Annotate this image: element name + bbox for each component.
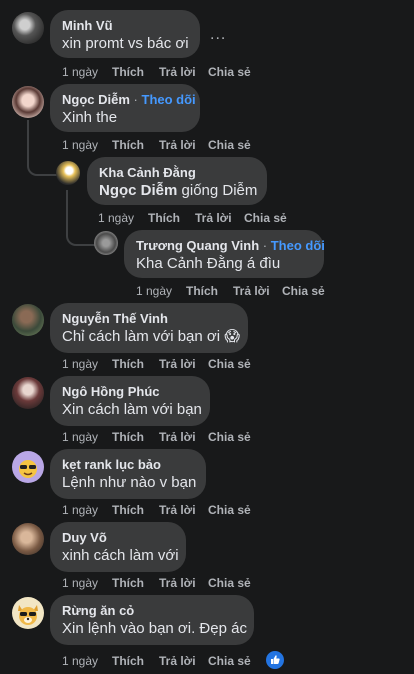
comment-text: xinh cách làm với <box>62 547 179 564</box>
comment-bubble: Nguyễn Thế Vinh Chỉ cách làm với bạn ơi … <box>50 303 248 353</box>
reply-button[interactable]: Trả lời <box>159 357 196 371</box>
sunglasses-emoji-icon <box>19 460 37 478</box>
comment-text: Ngọc Diễm giống Diễm <box>99 182 258 199</box>
commenter-name[interactable]: Minh Vũ <box>62 17 188 34</box>
share-button[interactable]: Chia sẻ <box>208 138 251 152</box>
reply-button[interactable]: Trả lời <box>159 65 196 79</box>
avatar[interactable] <box>94 231 118 255</box>
comment-bubble: Minh Vũ xin promt vs bác ơi <box>50 10 200 58</box>
comment-text: Chỉ cách làm với bạn ơi 😱 <box>62 328 240 345</box>
avatar[interactable] <box>12 597 44 629</box>
avatar[interactable] <box>56 161 80 185</box>
comment-time[interactable]: 1 ngày <box>62 138 98 152</box>
comment-bubble: Ngọc Diễm · Theo dõi Xinh the <box>50 84 200 132</box>
comment-time[interactable]: 1 ngày <box>62 654 98 668</box>
commenter-name[interactable]: Rừng ăn cỏ <box>62 602 242 619</box>
reply-button[interactable]: Trả lời <box>159 654 196 668</box>
comment-time[interactable]: 1 ngày <box>62 576 98 590</box>
follow-button[interactable]: Theo dõi <box>142 92 196 107</box>
comment-bubble: Duy Võ xinh cách làm với <box>50 522 186 572</box>
share-button[interactable]: Chia sẻ <box>208 65 251 79</box>
like-button[interactable]: Thích <box>112 430 144 444</box>
comment-text: Kha Cảnh Đằng á đìu <box>136 255 281 272</box>
like-button[interactable]: Thích <box>186 284 218 298</box>
share-button[interactable]: Chia sẻ <box>208 430 251 444</box>
like-button[interactable]: Thích <box>148 211 180 225</box>
comment-bubble: Ngô Hồng Phúc Xin cách làm với bạn <box>50 376 210 426</box>
commenter-name[interactable]: Kha Cảnh Đằng <box>99 164 255 181</box>
comment-text: Xinh the <box>62 109 118 126</box>
like-button[interactable]: Thích <box>112 357 144 371</box>
comment-time[interactable]: 1 ngày <box>136 284 172 298</box>
share-button[interactable]: Chia sẻ <box>208 503 251 517</box>
commenter-name[interactable]: Duy Võ <box>62 529 174 546</box>
comment-bubble: kẹt rank lục bảo Lệnh như nào v bạn <box>50 449 206 499</box>
avatar[interactable] <box>12 523 44 555</box>
commenter-name[interactable]: Trương Quang Vinh <box>136 238 259 253</box>
commenter-name[interactable]: Ngô Hồng Phúc <box>62 383 198 400</box>
reply-button[interactable]: Trả lời <box>159 503 196 517</box>
more-options-icon[interactable]: ... <box>210 26 226 44</box>
commenter-name[interactable]: Ngọc Diễm <box>62 92 130 107</box>
reply-button[interactable]: Trả lời <box>159 576 196 590</box>
thread-line <box>27 120 59 176</box>
follow-button[interactable]: Theo dõi <box>271 238 325 253</box>
comment-bubble: Rừng ăn cỏ Xin lệnh vào bạn ơi. Đẹp ác <box>50 595 254 645</box>
commenter-name[interactable]: Nguyễn Thế Vinh <box>62 310 236 327</box>
comment-time[interactable]: 1 ngày <box>98 211 134 225</box>
comment-text: Xin cách làm với bạn <box>62 401 202 418</box>
comment-time[interactable]: 1 ngày <box>62 357 98 371</box>
like-button[interactable]: Thích <box>112 138 144 152</box>
share-button[interactable]: Chia sẻ <box>244 211 287 225</box>
share-button[interactable]: Chia sẻ <box>208 357 251 371</box>
comment-time[interactable]: 1 ngày <box>62 65 98 79</box>
reply-button[interactable]: Trả lời <box>233 284 270 298</box>
share-button[interactable]: Chia sẻ <box>282 284 325 298</box>
avatar[interactable] <box>12 86 44 118</box>
reply-button[interactable]: Trả lời <box>159 430 196 444</box>
comment-time[interactable]: 1 ngày <box>62 503 98 517</box>
like-reaction-icon[interactable] <box>265 650 285 670</box>
shiba-sunglasses-icon <box>18 605 38 625</box>
comment-text: Xin lệnh vào bạn ơi. Đẹp ác <box>62 620 247 637</box>
avatar[interactable] <box>12 12 44 44</box>
mention-tag[interactable]: Ngọc Diễm <box>99 182 177 199</box>
avatar[interactable] <box>12 451 44 483</box>
commenter-name[interactable]: kẹt rank lục bảo <box>62 456 194 473</box>
comment-time[interactable]: 1 ngày <box>62 430 98 444</box>
share-button[interactable]: Chia sẻ <box>208 654 251 668</box>
reply-button[interactable]: Trả lời <box>195 211 232 225</box>
avatar[interactable] <box>12 377 44 409</box>
like-button[interactable]: Thích <box>112 503 144 517</box>
comment-text: xin promt vs bác ơi <box>62 35 189 52</box>
like-button[interactable]: Thích <box>112 65 144 79</box>
comment-bubble: Kha Cảnh Đằng Ngọc Diễm giống Diễm <box>87 157 267 205</box>
comment-bubble: Trương Quang Vinh · Theo dõi Kha Cảnh Đằ… <box>124 230 325 278</box>
like-button[interactable]: Thích <box>112 654 144 668</box>
share-button[interactable]: Chia sẻ <box>208 576 251 590</box>
avatar[interactable] <box>12 304 44 336</box>
reply-button[interactable]: Trả lời <box>159 138 196 152</box>
comment-text: Lệnh như nào v bạn <box>62 474 197 491</box>
like-button[interactable]: Thích <box>112 576 144 590</box>
